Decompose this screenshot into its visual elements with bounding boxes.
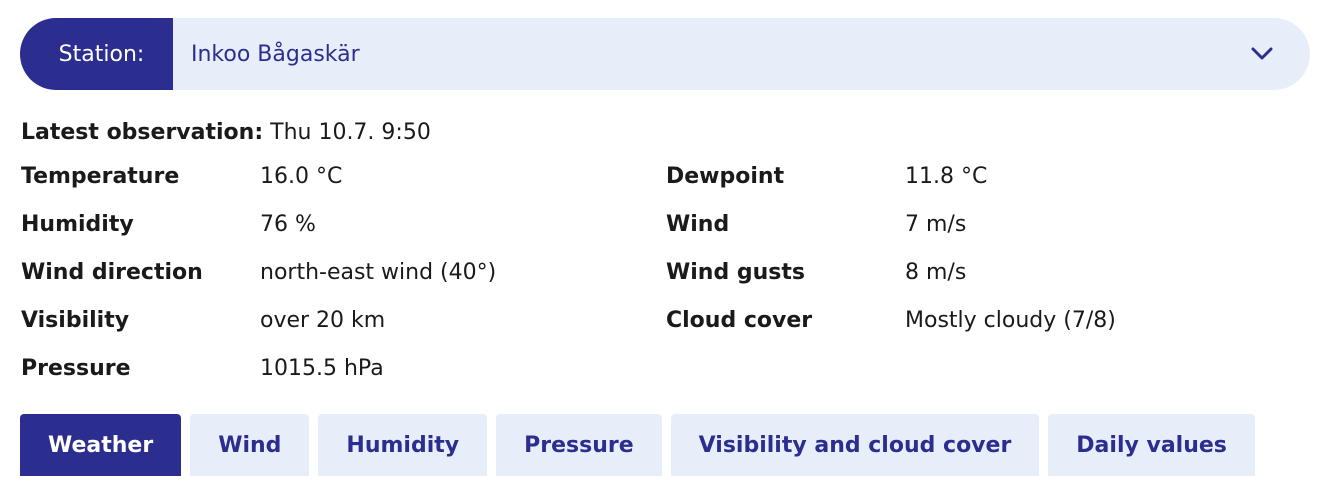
tab-pressure[interactable]: Pressure <box>496 414 662 476</box>
obs-label: Visibility <box>21 307 130 333</box>
obs-label: Cloud cover <box>666 307 813 333</box>
latest-observation: Latest observation: Thu 10.7. 9:50 <box>21 120 431 145</box>
obs-row-temperature: Temperature 16.0 °C <box>21 152 342 200</box>
station-selector[interactable]: Station: Inkoo Bågaskär <box>20 18 1310 90</box>
obs-label: Dewpoint <box>666 163 785 189</box>
obs-value: Mostly cloudy (7/8) <box>905 307 1116 333</box>
obs-label: Humidity <box>21 211 134 237</box>
station-label: Station: <box>20 18 173 90</box>
observation-tabs: Weather Wind Humidity Pressure Visibilit… <box>20 414 1255 476</box>
obs-value: 8 m/s <box>905 259 967 285</box>
obs-label: Temperature <box>21 163 180 189</box>
obs-label: Wind direction <box>21 259 203 285</box>
obs-label: Wind gusts <box>666 259 805 285</box>
obs-value: 16.0 °C <box>260 163 343 189</box>
latest-observation-label: Latest observation: <box>21 120 264 145</box>
tab-daily-values[interactable]: Daily values <box>1048 414 1255 476</box>
obs-row-humidity: Humidity 76 % <box>21 200 316 248</box>
obs-value: north-east wind (40°) <box>260 259 497 285</box>
tab-visibility-cloud-cover[interactable]: Visibility and cloud cover <box>670 414 1040 476</box>
obs-row-pressure: Pressure 1015.5 hPa <box>21 344 384 392</box>
latest-observation-time: Thu 10.7. 9:50 <box>270 120 431 145</box>
obs-row-wind-direction: Wind direction north-east wind (40°) <box>21 248 496 296</box>
obs-value: 76 % <box>260 211 316 237</box>
station-dropdown[interactable]: Inkoo Bågaskär <box>173 18 1310 90</box>
obs-row-dewpoint: Dewpoint 11.8 °C <box>666 152 987 200</box>
obs-label: Pressure <box>21 355 131 381</box>
obs-row-visibility: Visibility over 20 km <box>21 296 385 344</box>
chevron-down-icon[interactable] <box>1250 42 1274 66</box>
tab-wind[interactable]: Wind <box>190 414 310 476</box>
obs-row-wind-gusts: Wind gusts 8 m/s <box>666 248 966 296</box>
obs-row-wind: Wind 7 m/s <box>666 200 966 248</box>
obs-row-cloud-cover: Cloud cover Mostly cloudy (7/8) <box>666 296 1116 344</box>
tab-humidity[interactable]: Humidity <box>318 414 488 476</box>
obs-value: 1015.5 hPa <box>260 355 384 381</box>
station-selected-value: Inkoo Bågaskär <box>191 41 360 67</box>
observation-table: Temperature 16.0 °C Humidity 76 % Wind d… <box>21 152 1311 392</box>
obs-value: over 20 km <box>260 307 386 333</box>
obs-value: 11.8 °C <box>905 163 988 189</box>
obs-label: Wind <box>666 211 730 237</box>
obs-value: 7 m/s <box>905 211 967 237</box>
tab-weather[interactable]: Weather <box>20 414 182 476</box>
